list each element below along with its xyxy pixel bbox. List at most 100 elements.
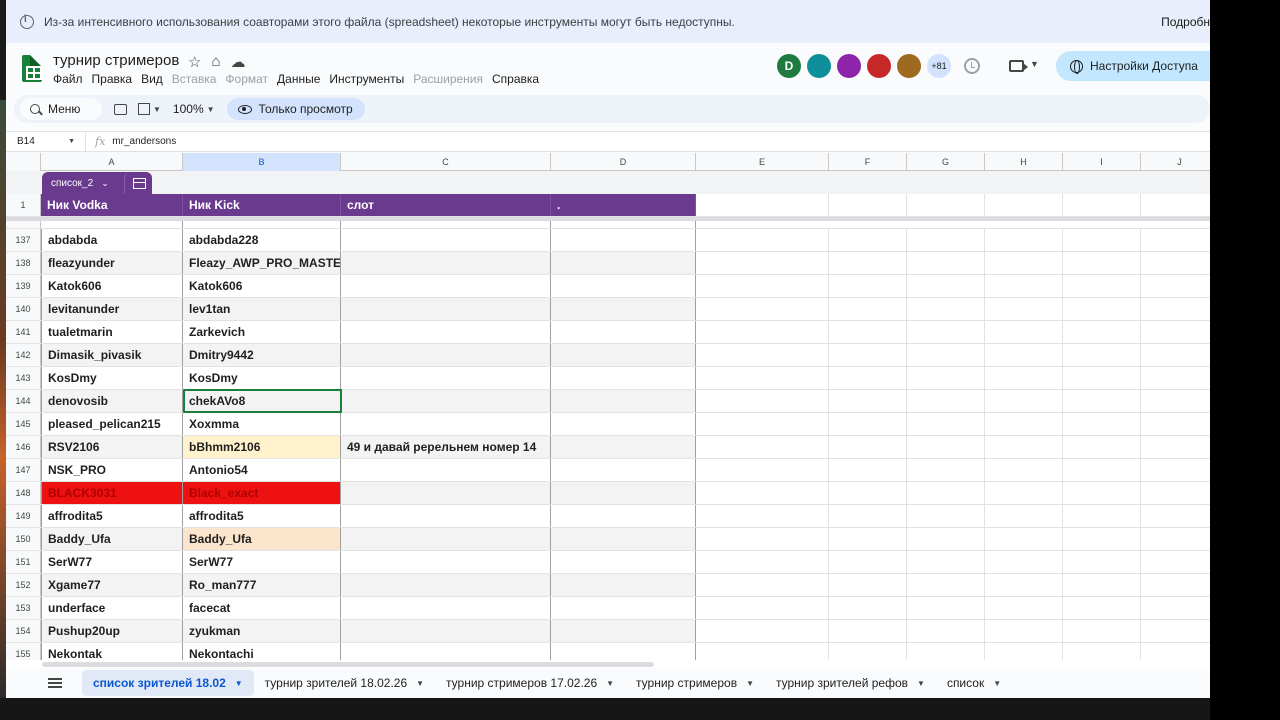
empty-cell[interactable]: [829, 229, 907, 251]
empty-cell[interactable]: [696, 275, 829, 297]
empty-cell[interactable]: [985, 620, 1063, 642]
empty-cell[interactable]: [696, 482, 829, 504]
table-cell[interactable]: [551, 298, 696, 320]
sheet-tab[interactable]: турнир зрителей 18.02.26 ▼: [254, 670, 435, 696]
menu-item[interactable]: Правка: [92, 72, 133, 86]
empty-cell[interactable]: [829, 298, 907, 320]
empty-cell[interactable]: [696, 597, 829, 619]
empty-cell[interactable]: [907, 344, 985, 366]
empty-cell[interactable]: [985, 574, 1063, 596]
row-number[interactable]: 144: [6, 390, 41, 412]
empty-cell[interactable]: [1141, 459, 1210, 481]
empty-cell[interactable]: [829, 390, 907, 412]
empty-cell[interactable]: [1063, 298, 1141, 320]
row-number[interactable]: 141: [6, 321, 41, 343]
empty-cell[interactable]: [985, 643, 1063, 660]
empty-cell[interactable]: [985, 390, 1063, 412]
empty-cell[interactable]: [985, 505, 1063, 527]
table-cell[interactable]: fleazyunder: [41, 252, 183, 274]
empty-cell[interactable]: [985, 321, 1063, 343]
star-icon[interactable]: ☆: [188, 53, 201, 71]
table-cell[interactable]: Antonio54: [183, 459, 341, 481]
row-number[interactable]: 148: [6, 482, 41, 504]
empty-cell[interactable]: [1063, 344, 1141, 366]
header-cell[interactable]: Ник Kick: [183, 194, 341, 216]
empty-cell[interactable]: [1063, 459, 1141, 481]
empty-cell[interactable]: [985, 413, 1063, 435]
zoom-select[interactable]: 100%: [173, 102, 204, 116]
row-number[interactable]: 155: [6, 643, 41, 660]
table-cell[interactable]: RSV2106: [41, 436, 183, 458]
table-cell[interactable]: Baddy_Ufa: [183, 528, 341, 550]
empty-cell[interactable]: [829, 275, 907, 297]
chevron-down-icon[interactable]: ▼: [1030, 59, 1039, 69]
empty-cell[interactable]: [829, 194, 907, 216]
empty-cell[interactable]: [829, 482, 907, 504]
table-cell[interactable]: [341, 367, 551, 389]
empty-cell[interactable]: [696, 459, 829, 481]
cloud-status-icon[interactable]: ☁: [231, 53, 246, 71]
empty-cell[interactable]: [907, 275, 985, 297]
sheet-tab[interactable]: турнир стримеров 17.02.26 ▼: [435, 670, 625, 696]
empty-cell[interactable]: [1141, 321, 1210, 343]
table-cell[interactable]: KosDmy: [41, 367, 183, 389]
empty-cell[interactable]: [696, 436, 829, 458]
table-cell[interactable]: Pushup20up: [41, 620, 183, 642]
column-header[interactable]: C: [341, 153, 551, 171]
empty-cell[interactable]: [907, 574, 985, 596]
row-number[interactable]: 143: [6, 367, 41, 389]
table-cell[interactable]: [551, 344, 696, 366]
empty-cell[interactable]: [829, 413, 907, 435]
table-cell[interactable]: affrodita5: [183, 505, 341, 527]
table-cell[interactable]: [551, 459, 696, 481]
table-cell[interactable]: Nekontak: [41, 643, 183, 660]
empty-cell[interactable]: [1141, 194, 1210, 216]
table-cell[interactable]: tualetmarin: [41, 321, 183, 343]
formula-input[interactable]: mr_andersons: [112, 136, 176, 147]
empty-cell[interactable]: [696, 574, 829, 596]
chevron-down-icon[interactable]: ▼: [207, 105, 215, 114]
row-number[interactable]: 153: [6, 597, 41, 619]
empty-cell[interactable]: [1063, 528, 1141, 550]
empty-cell[interactable]: [1141, 275, 1210, 297]
print-icon[interactable]: [114, 103, 127, 115]
table-cell[interactable]: NSK_PRO: [41, 459, 183, 481]
chevron-down-icon[interactable]: ▼: [917, 679, 925, 688]
table-cell[interactable]: zyukman: [183, 620, 341, 642]
table-cell[interactable]: abdabda228: [183, 229, 341, 251]
empty-cell[interactable]: [907, 390, 985, 412]
empty-cell[interactable]: [907, 459, 985, 481]
empty-cell[interactable]: [907, 436, 985, 458]
menu-item[interactable]: Инструменты: [329, 72, 404, 86]
table-view-icon[interactable]: [124, 172, 152, 194]
empty-cell[interactable]: [1141, 597, 1210, 619]
empty-cell[interactable]: [1063, 551, 1141, 573]
row-number[interactable]: 142: [6, 344, 41, 366]
column-header[interactable]: A: [41, 153, 183, 171]
row-number[interactable]: 150: [6, 528, 41, 550]
meet-video-icon[interactable]: [1009, 60, 1028, 72]
table-cell[interactable]: [551, 436, 696, 458]
empty-cell[interactable]: [829, 551, 907, 573]
chevron-down-icon[interactable]: ▼: [416, 679, 424, 688]
row-number[interactable]: 151: [6, 551, 41, 573]
empty-cell[interactable]: [696, 528, 829, 550]
empty-cell[interactable]: [985, 367, 1063, 389]
avatar[interactable]: [897, 54, 921, 78]
table-cell[interactable]: [341, 252, 551, 274]
empty-cell[interactable]: [907, 643, 985, 660]
empty-cell[interactable]: [1063, 643, 1141, 660]
table-cell[interactable]: [551, 620, 696, 642]
empty-cell[interactable]: [696, 413, 829, 435]
table-cell[interactable]: chekAVo8: [183, 390, 341, 412]
table-cell[interactable]: lev1tan: [183, 298, 341, 320]
horizontal-scrollbar[interactable]: [6, 660, 1210, 668]
empty-cell[interactable]: [829, 620, 907, 642]
table-cell[interactable]: affrodita5: [41, 505, 183, 527]
table-cell[interactable]: [551, 551, 696, 573]
table-cell[interactable]: Xoxmma: [183, 413, 341, 435]
row-number[interactable]: 147: [6, 459, 41, 481]
sheet-tab[interactable]: список зрителей 18.02 ▼: [82, 670, 254, 696]
empty-cell[interactable]: [696, 367, 829, 389]
empty-cell[interactable]: [1141, 643, 1210, 660]
